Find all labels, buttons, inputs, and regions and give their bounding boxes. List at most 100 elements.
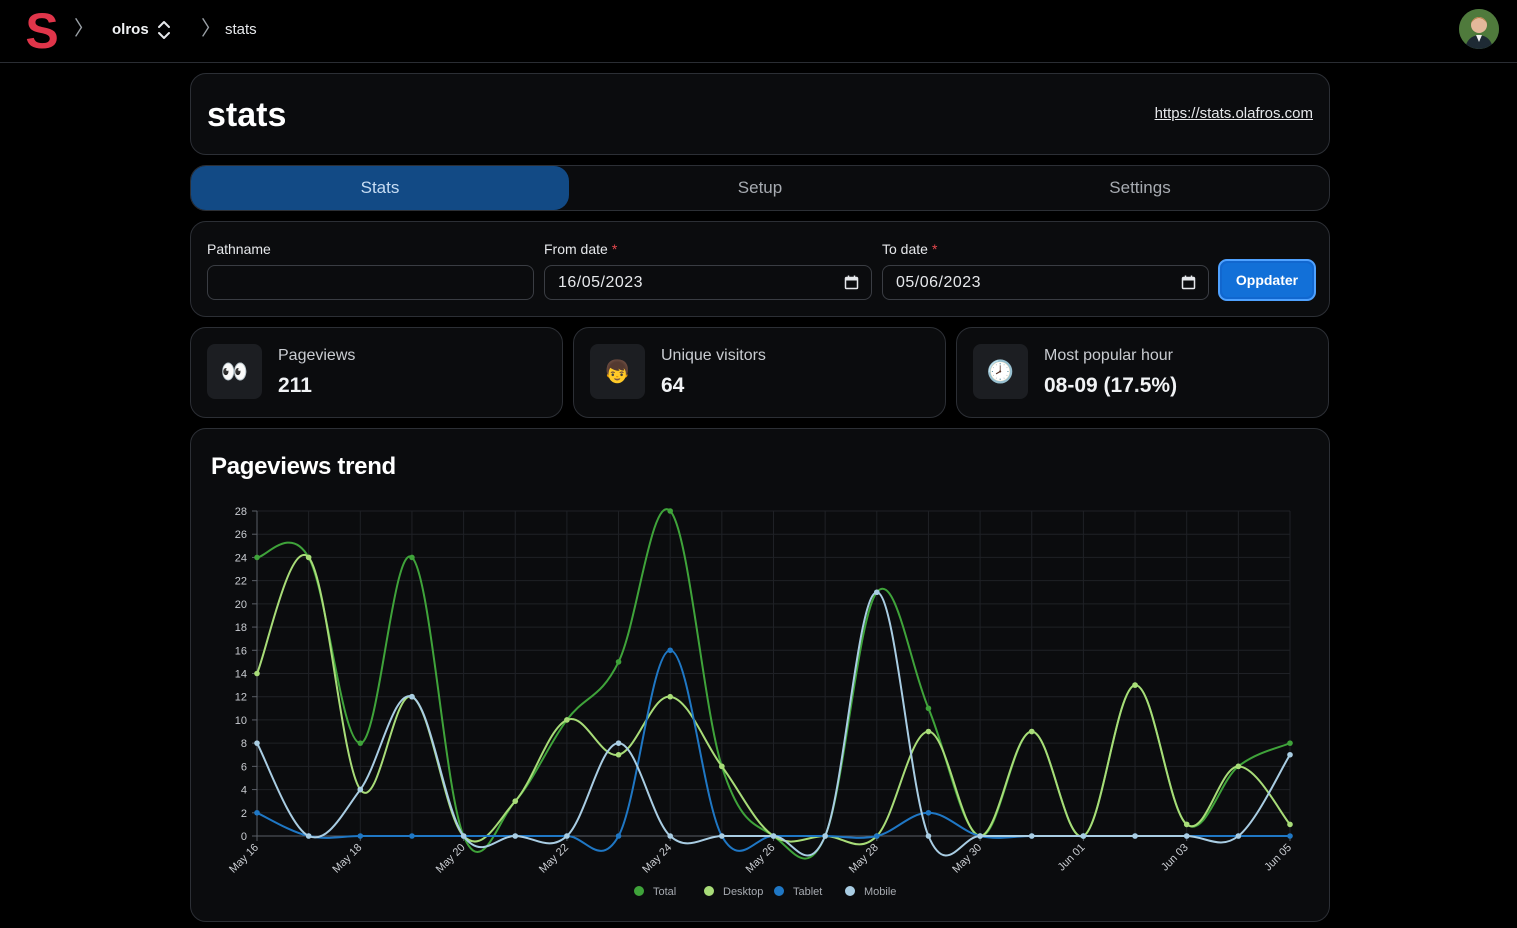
avatar-portrait-icon [1459,9,1499,49]
calendar-icon[interactable] [1181,275,1196,290]
legend-marker-total [634,886,644,896]
tab-settings[interactable]: Settings [951,166,1329,210]
data-point-mobile [409,693,415,700]
tab-bar: Stats Setup Settings [190,165,1330,211]
x-tick-label: May 22 [537,842,571,876]
tab-setup[interactable]: Setup [571,166,949,210]
y-tick-label: 10 [235,715,247,727]
data-point-total [409,554,415,561]
y-tick-label: 16 [235,645,247,657]
from-date-value: 16/05/2023 [558,274,644,291]
stat-value: 211 [278,374,312,397]
x-tick-label: May 18 [330,842,364,876]
y-tick-label: 28 [235,506,247,518]
from-date-input[interactable]: 16/05/2023 [544,265,872,300]
stat-value: 08-09 (17.5%) [1044,374,1178,397]
y-tick-label: 24 [235,552,247,564]
clock-icon: 🕗 [973,344,1028,399]
from-date-label: From date * [544,241,617,257]
top-navbar: S 〉 olros 〉 stats [0,0,1517,63]
breadcrumb-org[interactable]: olros [112,21,149,38]
pageviews-trend-card: Pageviews trend 0 2 4 6 8 10 12 14 16 18 20 22 24 26 2… [190,428,1330,922]
y-tick-label: 20 [235,599,247,611]
person-icon: 👦 [590,344,645,399]
data-point-mobile [460,833,467,839]
pageviews-trend-chart: 0246810121416182022242628May 16 May 18 May… [227,506,1294,898]
data-point-total [925,705,932,712]
tab-stats[interactable]: Stats [191,166,569,210]
data-point-desktop [254,670,260,677]
pathname-label: Pathname [207,241,271,257]
x-tick-label: May 16 [227,842,261,876]
data-point-tablet [615,833,622,839]
app-logo[interactable]: S [22,8,62,52]
stat-value: 64 [661,374,685,397]
legend-label-desktop: Desktop [723,886,763,898]
stat-label: Most popular hour [1044,347,1173,364]
breadcrumb-separator-icon: 〉 [74,18,94,40]
data-point-desktop [1183,821,1190,828]
data-point-tablet [409,833,415,839]
data-point-tablet [667,647,673,654]
stat-label: Unique visitors [661,347,766,364]
data-point-mobile [357,786,364,793]
data-point-total [615,659,622,665]
data-point-mobile [1235,833,1242,839]
legend-label-mobile: Mobile [864,886,896,898]
update-button[interactable]: Oppdater [1218,259,1316,301]
calendar-icon[interactable] [844,275,859,290]
data-point-mobile [615,740,622,746]
data-point-total [254,554,260,561]
y-tick-label: 8 [241,738,247,750]
data-point-mobile [1183,833,1190,839]
filter-form: Pathname From date * 16/05/2023 To date * … [190,221,1330,317]
x-tick-label: May 28 [847,842,881,876]
data-point-mobile [1287,751,1293,758]
legend-label-tablet: Tablet [793,886,822,898]
to-date-label-text: To date [882,241,928,257]
to-date-value: 05/06/2023 [896,274,982,291]
svg-text:S: S [25,8,58,52]
from-date-label-text: From date [544,241,608,257]
breadcrumb-project[interactable]: stats [225,21,257,38]
data-point-mobile [667,833,673,839]
data-point-desktop [1287,821,1293,828]
x-tick-label: Jun 03 [1159,842,1191,874]
x-tick-label: May 24 [640,842,674,876]
data-point-desktop [305,554,312,561]
legend-marker-mobile [845,886,855,896]
y-tick-label: 18 [235,622,247,634]
breadcrumb-separator-icon: 〉 [201,18,221,40]
to-date-input[interactable]: 05/06/2023 [882,265,1209,300]
stat-card-pageviews: 👀 Pageviews 211 [190,327,563,418]
data-point-tablet [357,833,364,839]
legend-label-total: Total [653,886,676,898]
data-point-desktop [564,717,570,723]
user-avatar[interactable] [1459,9,1499,49]
stat-card-popular-hour: 🕗 Most popular hour 08-09 (17.5%) [956,327,1329,418]
data-point-mobile [1132,833,1138,839]
data-point-mobile [925,833,932,839]
data-point-total [1287,740,1293,746]
data-point-mobile [1080,833,1087,839]
y-tick-label: 22 [235,576,247,588]
eyes-icon: 👀 [207,344,262,399]
site-url-link[interactable]: https://stats.olafros.com [1155,105,1313,122]
legend-marker-desktop [704,886,714,896]
y-tick-label: 14 [235,669,247,681]
pathname-input[interactable] [207,265,534,300]
y-tick-label: 4 [241,785,247,797]
update-button-label: Oppdater [1222,263,1312,297]
data-point-tablet [1287,833,1293,839]
data-point-total [667,508,673,514]
data-point-mobile [770,833,777,839]
x-tick-label: Jun 05 [1262,842,1294,874]
data-point-desktop [1132,682,1138,688]
required-mark: * [931,241,938,257]
chevron-up-down-icon[interactable] [157,19,171,41]
data-point-desktop [1235,763,1242,770]
data-point-mobile [564,833,570,839]
data-point-desktop [615,751,622,758]
data-point-desktop [719,763,725,770]
stat-label: Pageviews [278,347,356,364]
